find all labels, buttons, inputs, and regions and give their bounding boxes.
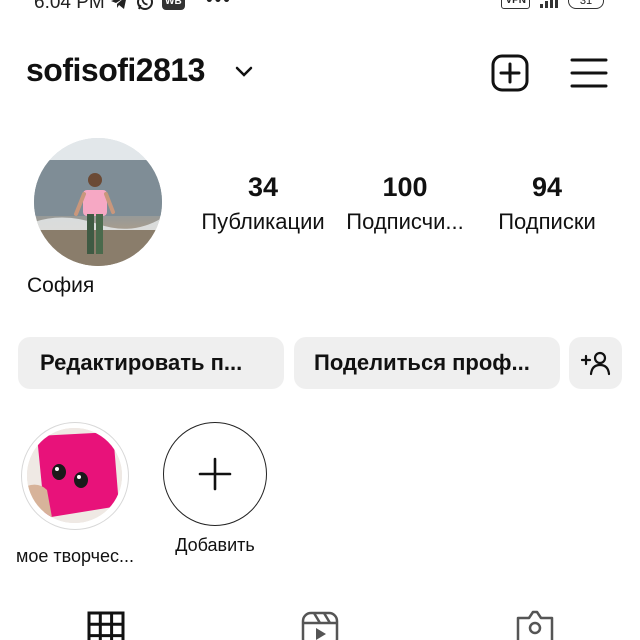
tagged-icon[interactable] <box>515 610 555 640</box>
add-post-icon[interactable] <box>490 53 530 93</box>
username[interactable]: sofisofi2813 <box>26 52 205 89</box>
add-person-icon <box>580 351 610 376</box>
highlight-ring <box>21 422 129 530</box>
new-highlight-label: Добавить <box>175 535 255 555</box>
status-bar: 6:04 PM WB ••• VPN 31 <box>0 0 640 18</box>
new-highlight[interactable]: Добавить <box>150 422 280 556</box>
share-profile-button[interactable]: Поделиться проф... <box>294 337 560 389</box>
signal-icon <box>540 0 558 8</box>
stat-posts-count: 34 <box>247 172 279 202</box>
chevron-down-icon[interactable] <box>234 61 254 81</box>
system-icons: VPN 31 <box>501 0 604 9</box>
profile-actions: Редактировать п... Поделиться проф... <box>18 337 622 389</box>
stat-followers-label: Подписчи... <box>346 209 464 234</box>
highlight-label: мое творчес... <box>15 546 135 566</box>
status-time: 6:04 PM <box>34 0 105 13</box>
display-name: София <box>27 274 95 297</box>
highlight-item[interactable]: мое творчес... <box>6 422 144 567</box>
profile-avatar[interactable] <box>34 138 162 266</box>
whatsapp-icon <box>137 0 153 10</box>
discover-people-button[interactable] <box>569 337 622 389</box>
plus-icon <box>198 457 232 491</box>
profile-stats: 34 Публикации 100 Подписчи... 94 Подписк… <box>190 172 630 242</box>
stat-posts[interactable]: 34 Публикации <box>188 172 338 237</box>
stat-posts-label: Публикации <box>201 209 325 234</box>
telegram-icon <box>111 0 126 9</box>
stat-following-count: 94 <box>531 172 563 202</box>
profile-header: sofisofi2813 <box>26 52 616 92</box>
stat-following-label: Подписки <box>498 209 596 234</box>
battery-icon: 31 <box>568 0 604 9</box>
stat-followers[interactable]: 100 Подписчи... <box>330 172 480 237</box>
grid-icon[interactable] <box>86 610 126 640</box>
new-highlight-circle <box>163 422 267 526</box>
notification-icons: WB <box>110 0 185 11</box>
stat-followers-count: 100 <box>382 172 428 202</box>
highlight-cover-image <box>27 428 122 523</box>
edit-profile-button[interactable]: Редактировать п... <box>18 337 284 389</box>
profile-screen: 6:04 PM WB ••• VPN 31 sofisofi2813 34 Пу… <box>0 0 640 640</box>
vpn-icon: VPN <box>501 0 530 9</box>
wb-icon: WB <box>162 0 185 10</box>
more-notifications-icon: ••• <box>206 0 232 11</box>
reels-icon[interactable] <box>300 610 340 640</box>
avatar-photo <box>34 138 162 266</box>
highlight-cover <box>27 428 122 523</box>
stat-following[interactable]: 94 Подписки <box>472 172 622 237</box>
menu-icon[interactable] <box>570 56 608 90</box>
